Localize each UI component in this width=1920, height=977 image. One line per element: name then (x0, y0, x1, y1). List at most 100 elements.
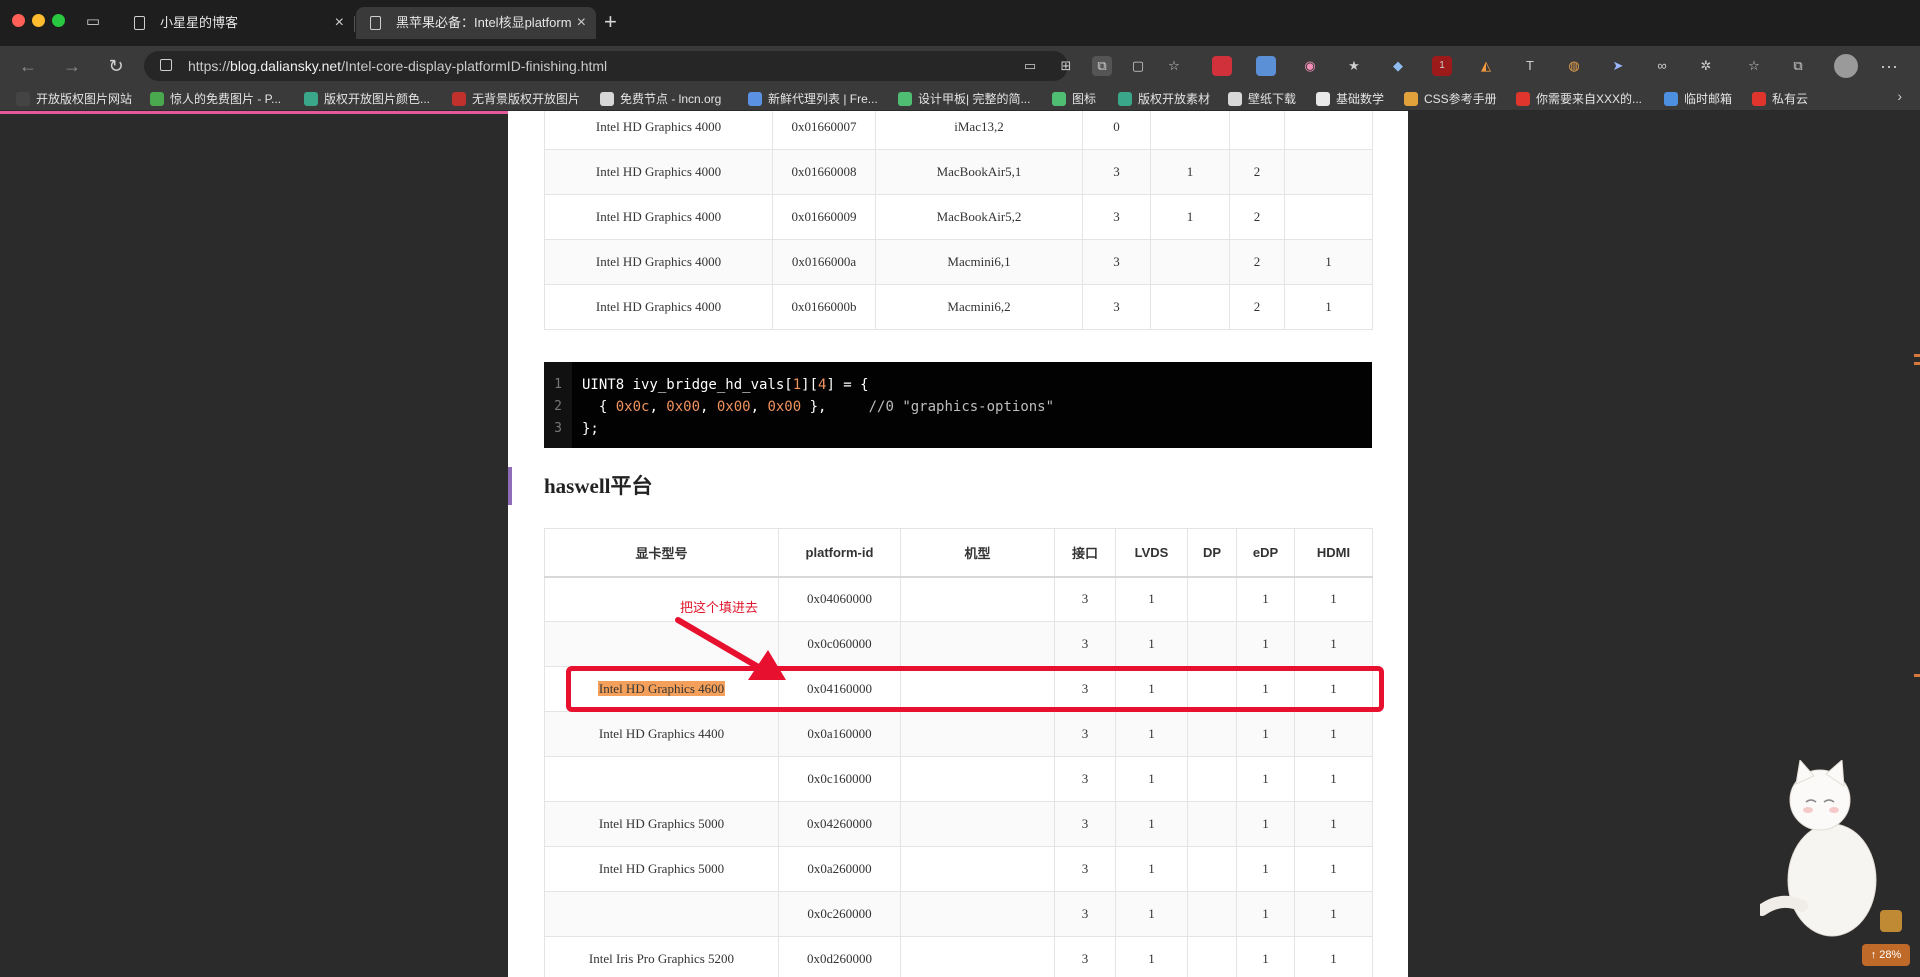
pexels-icon (150, 92, 164, 106)
bookmark-item[interactable]: 设计甲板| 完整的简... (898, 90, 1030, 108)
column-header: 显卡型号 (544, 528, 779, 578)
bookmark-item[interactable]: CSS参考手册 (1404, 90, 1497, 108)
table-cell: 1 (1294, 576, 1373, 622)
tab-blog-home[interactable]: 小星星的博客 × (120, 7, 354, 39)
back-button[interactable]: ← (16, 54, 40, 78)
table-row: Intel HD Graphics 4000 0x01660008 MacBookA… (544, 149, 1373, 195)
url-path: /Intel-core-display-platformID-finishing… (341, 58, 608, 74)
table-cell: 1 (1115, 891, 1188, 937)
cast-icon[interactable]: ▭ (1020, 56, 1040, 76)
close-tab-icon[interactable]: × (335, 7, 344, 39)
table-cell (900, 576, 1055, 622)
extension-star-icon[interactable]: ★ (1344, 56, 1364, 76)
apps-icon[interactable]: ⊞ (1056, 56, 1076, 76)
translate-icon[interactable]: ⧉ (1092, 56, 1112, 76)
lock-icon (160, 59, 172, 71)
bookmark-item[interactable]: 你需要来自XXX的... (1516, 90, 1642, 108)
globe-icon (748, 92, 762, 106)
favorites-icon[interactable]: ☆ (1744, 56, 1764, 76)
table-cell: MacBookAir5,2 (875, 194, 1083, 240)
table-cell: 1 (1236, 576, 1295, 622)
code-text: UINT8 ivy_bridge_hd_vals[ (582, 377, 793, 393)
scroll-marker (1914, 362, 1920, 365)
bookmark-item[interactable]: 私有云 (1752, 90, 1808, 108)
bookmark-item[interactable]: 免费节点 - lncn.org (600, 90, 721, 108)
minimize-window-button[interactable] (32, 14, 45, 27)
bookmark-label: 无背景版权开放图片 (472, 92, 581, 106)
bookmark-item[interactable]: 版权开放素材 (1118, 90, 1210, 108)
table-cell (1150, 239, 1230, 285)
text-extension-icon[interactable]: T (1520, 56, 1540, 76)
table-cell: 3 (1082, 239, 1151, 285)
table-cell (1284, 111, 1373, 150)
section-heading: haswell平台 (544, 474, 653, 498)
profile-avatar[interactable] (1834, 54, 1858, 78)
new-tab-button[interactable]: + (604, 10, 617, 34)
tab-active-article[interactable]: 黑苹果必备：Intel核显platform × (356, 7, 596, 39)
more-menu-icon[interactable]: ··· (1880, 54, 1898, 78)
bookmark-item[interactable]: 图标 (1052, 90, 1096, 108)
close-tab-icon[interactable]: × (577, 7, 586, 39)
extension-globe-icon[interactable]: ◍ (1564, 56, 1584, 76)
bookmark-item[interactable]: 临时邮箱 (1664, 90, 1732, 108)
extensions-icon[interactable]: ✲ (1696, 56, 1716, 76)
ivy-bridge-table: Intel HD Graphics 4000 0x01660007 iMac13,2… (544, 111, 1373, 330)
more-bookmarks-icon[interactable]: › (1897, 88, 1902, 104)
ublock-icon[interactable]: 1 (1432, 56, 1452, 76)
extension-badge: 1 (1439, 60, 1445, 71)
bookmark-item[interactable]: 开放版权图片网站 (16, 90, 132, 108)
extension-red-icon[interactable] (1212, 56, 1232, 76)
table-cell: 1 (1236, 936, 1295, 977)
table-cell: MacBookAir5,1 (875, 149, 1083, 195)
add-favorite-icon[interactable]: ☆ (1164, 56, 1184, 76)
address-bar[interactable]: https://blog.daliansky.net/Intel-core-di… (144, 51, 1068, 81)
close-window-button[interactable] (12, 14, 25, 27)
table-cell: 1 (1236, 756, 1295, 802)
table-cell: 0x0a260000 (778, 846, 901, 892)
side-widget-button[interactable] (1880, 910, 1902, 932)
bookmark-item[interactable]: 新鲜代理列表 | Fre... (748, 90, 878, 108)
table-row: Intel HD Graphics 4000 0x01660009 MacBookA… (544, 194, 1373, 240)
extension-cat-icon[interactable]: ◉ (1300, 56, 1320, 76)
metamask-icon[interactable]: ◭ (1476, 56, 1496, 76)
back-to-top-button[interactable]: ↑ 28% (1862, 944, 1910, 966)
column-header: HDMI (1294, 528, 1373, 578)
code-text: }, (801, 399, 869, 415)
bookmark-item[interactable]: 壁纸下载 (1228, 90, 1296, 108)
tab-bar: ▭ 小星星的博客 × 黑苹果必备：Intel核显platform × + (0, 0, 1920, 46)
reload-button[interactable]: ↻ (104, 54, 128, 78)
table-cell: 1 (1284, 239, 1373, 285)
table-cell: 1 (1294, 891, 1373, 937)
table-row: Intel HD Graphics 4000 0x01660007 iMac13,2… (544, 111, 1373, 150)
code-number: 1 (792, 377, 802, 393)
annotation-highlight-box (566, 666, 1384, 712)
forward-button[interactable]: → (60, 54, 84, 78)
table-cell: Intel HD Graphics 4000 (544, 111, 773, 150)
code-comment: //0 "graphics-options" (868, 399, 1055, 415)
table-cell: 0x01660008 (772, 149, 876, 195)
browser-toolbar: ← → ↻ https://blog.daliansky.net/Intel-c… (0, 46, 1920, 86)
code-lines: UINT8 ivy_bridge_hd_vals[1][4] = { { 0x0… (582, 374, 1054, 440)
bookmark-item[interactable]: 版权开放图片颜色... (304, 90, 430, 108)
table-cell: Macmini6,1 (875, 239, 1083, 285)
workspaces-icon[interactable]: ▭ (82, 11, 104, 33)
extension-cursor-icon[interactable]: ➤ (1608, 56, 1628, 76)
camera-icon (16, 92, 30, 106)
table-cell: 0x01660007 (772, 111, 876, 150)
extension-shield-icon[interactable]: ◆ (1388, 56, 1408, 76)
reading-progress-bar (0, 111, 536, 114)
cat-mascot[interactable] (1760, 760, 1890, 940)
table-cell: 1 (1236, 891, 1295, 937)
table-cell: 1 (1150, 194, 1230, 240)
collections-icon[interactable]: ⧉ (1788, 56, 1808, 76)
bookmark-item[interactable]: 基础数学 (1316, 90, 1384, 108)
table-cell: 3 (1082, 149, 1151, 195)
bookmark-item[interactable]: 无背景版权开放图片 (452, 90, 580, 108)
extension-image-icon[interactable] (1256, 56, 1276, 76)
bookmark-item[interactable]: 惊人的免费图片 - P... (150, 90, 281, 108)
extension-link-icon[interactable]: ∞ (1652, 56, 1672, 76)
table-cell (1187, 621, 1237, 667)
zoom-window-button[interactable] (52, 14, 65, 27)
math-icon (1316, 92, 1330, 106)
reader-icon[interactable]: ▢ (1128, 56, 1148, 76)
